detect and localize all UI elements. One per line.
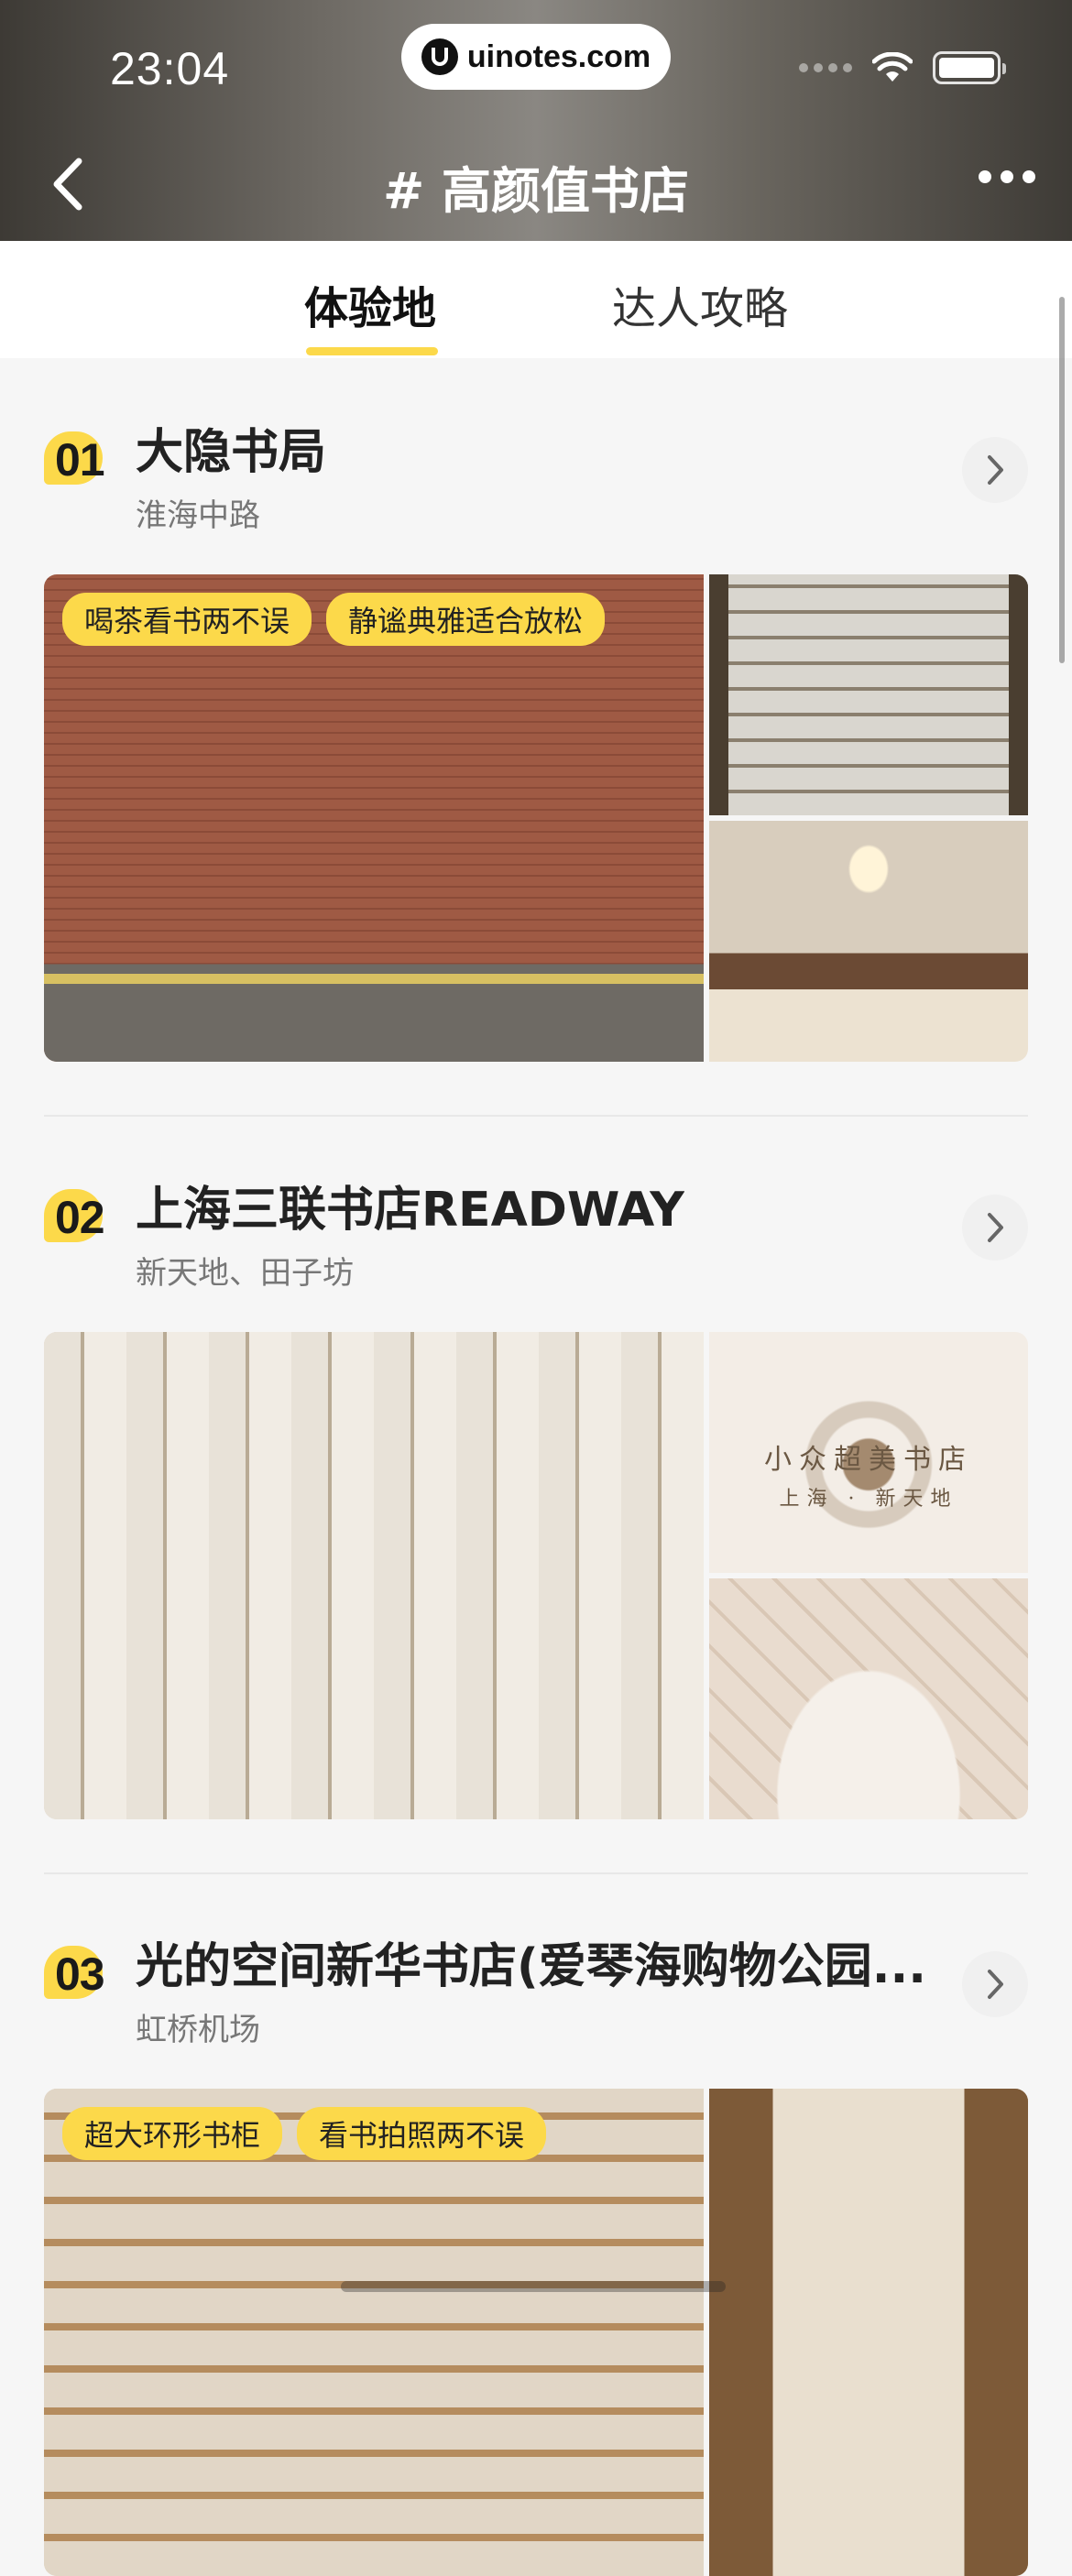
- top-bar: 23:04 uinotes.com # 高颜值书店: [0, 0, 1072, 241]
- bookshelf-photo[interactable]: [44, 1332, 704, 1819]
- photo-caption: 上海 · 新天地: [779, 1488, 958, 1511]
- photo-gallery[interactable]: 喝茶看书两不误 静谧典雅适合放松: [44, 574, 1028, 1062]
- battery-icon: [933, 51, 1006, 84]
- tag-list: 喝茶看书两不误 静谧典雅适合放松: [62, 593, 606, 646]
- place-name[interactable]: 大隐书局: [136, 413, 326, 482]
- place-area: 淮海中路: [136, 497, 260, 534]
- url-pill[interactable]: uinotes.com: [401, 24, 671, 90]
- place-name[interactable]: 光的空间新华书店(爱琴海购物公园...: [136, 1927, 926, 1996]
- active-tab-indicator: [306, 347, 438, 355]
- storefront-photo[interactable]: [44, 574, 704, 1062]
- more-icon[interactable]: [979, 170, 1035, 183]
- place-name[interactable]: 上海三联书店READWAY: [136, 1171, 684, 1239]
- divider: [44, 1872, 1028, 1874]
- rank-badge: 01: [44, 413, 117, 486]
- bookshelves-photo[interactable]: [709, 574, 1028, 815]
- divider: [44, 1115, 1028, 1117]
- chevron-right-icon[interactable]: [962, 1195, 1028, 1261]
- rank-badge: 03: [44, 1927, 117, 2001]
- gallery-wall-photo[interactable]: [709, 1578, 1028, 1819]
- home-indicator[interactable]: [341, 2281, 726, 2292]
- chevron-right-icon[interactable]: [962, 1951, 1028, 2017]
- tea-room-photo[interactable]: [709, 821, 1028, 1062]
- interior-photo[interactable]: 小众超美书店 上海 · 新天地: [709, 1332, 1028, 1573]
- photo-gallery[interactable]: 小众超美书店 上海 · 新天地: [44, 1332, 1028, 1819]
- place-area: 虹桥机场: [136, 2012, 260, 2048]
- chevron-right-icon[interactable]: [962, 437, 1028, 503]
- tag: 静谧典雅适合放松: [326, 593, 606, 646]
- tag: 喝茶看书两不误: [62, 593, 312, 646]
- tab-bar: 体验地 达人攻略: [0, 241, 1072, 358]
- ring-bookcase-photo[interactable]: [44, 2089, 704, 2576]
- place-area: 新天地、田子坊: [136, 1255, 354, 1292]
- page-title: # 高颜值书店: [382, 162, 690, 220]
- photo-gallery[interactable]: 超大环形书柜 看书拍照两不误: [44, 2089, 1028, 2576]
- signal-icon: [799, 63, 852, 72]
- wifi-icon: [872, 52, 913, 82]
- photo-caption: 小众超美书店: [764, 1444, 973, 1476]
- url-text: uinotes.com: [466, 38, 651, 74]
- tab-experience[interactable]: 体验地: [304, 272, 436, 336]
- scrollbar[interactable]: [1059, 297, 1065, 663]
- status-time: 23:04: [110, 43, 230, 94]
- tab-expert-guides[interactable]: 达人攻略: [612, 272, 788, 336]
- tag: 看书拍照两不误: [297, 2107, 547, 2160]
- status-indicators: [799, 51, 1006, 84]
- rank-badge: 02: [44, 1171, 117, 1244]
- uinotes-logo-icon: [421, 38, 458, 75]
- tag-list: 超大环形书柜 看书拍照两不误: [62, 2107, 547, 2160]
- corridor-photo[interactable]: [709, 2089, 1028, 2576]
- tag: 超大环形书柜: [62, 2107, 283, 2160]
